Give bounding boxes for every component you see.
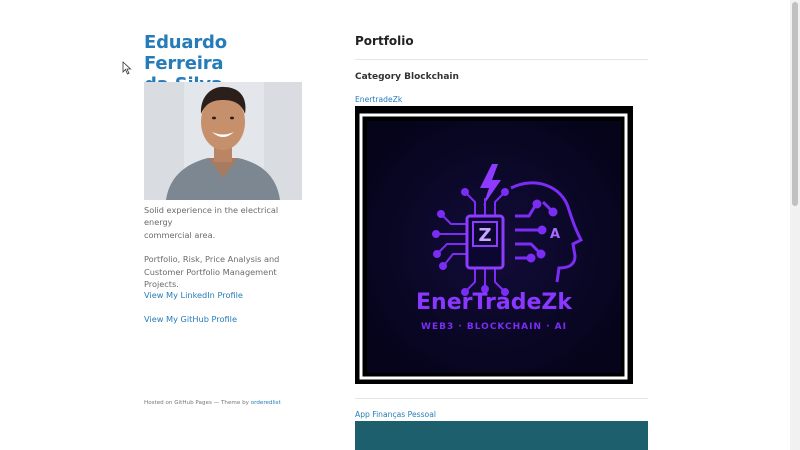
enertradezk-logo: Z A EnerTradeZk WEB3 · BLOCKCHAIN · AI bbox=[355, 106, 633, 384]
mouse-pointer-icon bbox=[122, 61, 132, 75]
theme-author-link[interactable]: orderedlist bbox=[251, 400, 281, 406]
linkedin-link[interactable]: View My LinkedIn Profile bbox=[144, 290, 243, 300]
page-heading: Portfolio bbox=[355, 34, 414, 48]
logo-title: EnerTradeZk bbox=[416, 290, 573, 315]
circuit-chip-icon: Z bbox=[465, 214, 505, 270]
description2-line2: Customer Portfolio Management bbox=[144, 266, 277, 277]
description1-line1: Solid experience in the electrical energ… bbox=[144, 205, 279, 228]
footer-text: Hosted on GitHub Pages — Theme by bbox=[144, 400, 251, 406]
github-link[interactable]: View My GitHub Profile bbox=[144, 314, 237, 324]
category-heading: Category Blockchain bbox=[355, 72, 459, 82]
avatar bbox=[144, 82, 302, 200]
logo-subtitle: WEB3 · BLOCKCHAIN · AI bbox=[421, 322, 567, 332]
sidebar-description: Solid experience in the electrical energ… bbox=[144, 204, 304, 302]
description2-line3: Projects. bbox=[144, 279, 179, 290]
footer: Hosted on GitHub Pages — Theme by ordere… bbox=[144, 400, 281, 406]
chip-letter: Z bbox=[478, 225, 491, 246]
project-link-enertradezk[interactable]: EnertradeZk bbox=[355, 95, 402, 104]
description1-line2: commercial area. bbox=[144, 229, 216, 240]
divider bbox=[355, 59, 648, 60]
sidebar: Eduardo Ferreira da Silva Solid experien… bbox=[144, 32, 304, 406]
description2-line1: Portfolio, Risk, Price Analysis and bbox=[144, 254, 280, 265]
head-letter: A bbox=[550, 227, 560, 242]
page-scrollbar[interactable] bbox=[790, 0, 800, 450]
project-image-enertradezk[interactable]: Z A EnerTradeZk WEB3 · BLOCKCHAIN · AI bbox=[355, 106, 633, 384]
site-title-line1: Eduardo Ferreira bbox=[144, 32, 227, 74]
divider bbox=[355, 398, 648, 399]
avatar-photo bbox=[144, 82, 302, 200]
project-link-app-financas[interactable]: App Finanças Pessoal bbox=[355, 410, 436, 419]
project-image-app-financas[interactable] bbox=[355, 421, 648, 450]
scrollbar-thumb[interactable] bbox=[792, 2, 798, 206]
